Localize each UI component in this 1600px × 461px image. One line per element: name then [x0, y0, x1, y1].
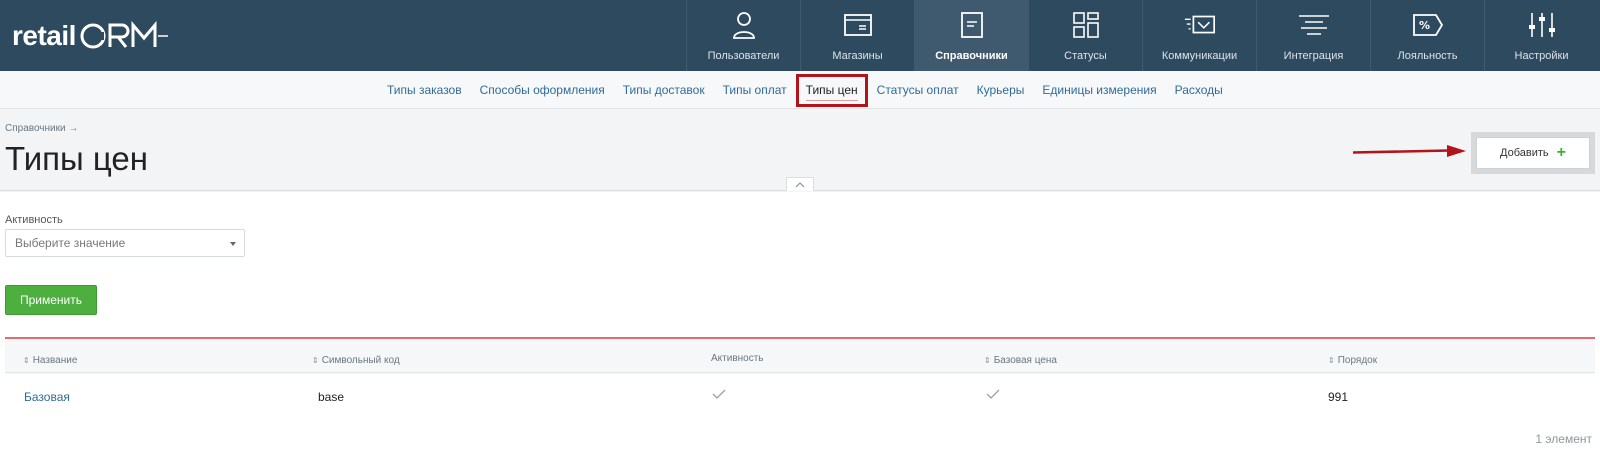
reference-icon — [955, 8, 989, 42]
column-header-activity: Активность — [711, 353, 764, 364]
check-icon — [986, 389, 1000, 399]
nav-item-communications[interactable]: Коммуникации — [1142, 0, 1256, 71]
table-row[interactable]: Базовая base 991 — [5, 374, 1595, 421]
subnav-units[interactable]: Единицы измерения — [1033, 83, 1165, 97]
sort-icon: ⇕ — [1328, 356, 1335, 365]
subnav-payment-statuses[interactable]: Статусы оплат — [868, 83, 968, 97]
logo-crm-mark — [78, 21, 170, 51]
nav-item-integration[interactable]: Интеграция — [1256, 0, 1370, 71]
activity-filter-label: Активность — [5, 214, 63, 226]
nav-label: Статусы — [1064, 50, 1107, 62]
column-label: Порядок — [1337, 355, 1378, 366]
nav-item-users[interactable]: Пользователи — [686, 0, 800, 71]
page-header: Справочники → Типы цен Добавить + — [0, 109, 1600, 191]
nav-item-loyalty[interactable]: % Лояльность — [1370, 0, 1484, 71]
page-title: Типы цен — [5, 140, 149, 177]
subnav-couriers[interactable]: Курьеры — [968, 83, 1034, 97]
activity-select[interactable]: Выберите значение — [5, 229, 245, 257]
store-icon — [841, 8, 875, 42]
subnav-order-methods[interactable]: Способы оформления — [471, 83, 614, 97]
table-header: ⇕ Название ⇕ Символьный код Активность ⇕ Ба… — [5, 339, 1595, 373]
nav-label: Лояльность — [1397, 50, 1458, 62]
chevron-up-icon — [795, 181, 805, 187]
nav-label: Интеграция — [1283, 50, 1344, 62]
row-code: base — [318, 390, 345, 404]
status-icon — [1069, 8, 1103, 42]
nav-item-statuses[interactable]: Статусы — [1028, 0, 1142, 71]
nav-label: Пользователи — [707, 50, 780, 62]
user-icon — [727, 8, 761, 42]
subnav-expenses[interactable]: Расходы — [1166, 83, 1232, 97]
column-header-base-price[interactable]: ⇕ Базовая цена — [984, 355, 1057, 366]
settings-icon — [1525, 8, 1559, 42]
row-order: 991 — [1328, 390, 1349, 404]
logo[interactable]: retail — [12, 18, 170, 54]
nav-label: Коммуникации — [1161, 50, 1238, 62]
main-nav: Пользователи Магазины Справочники Статус… — [686, 0, 1598, 71]
subnav-order-types[interactable]: Типы заказов — [378, 83, 471, 97]
add-button[interactable]: Добавить + — [1476, 137, 1590, 169]
top-header: retail Пользователи Магазины Справочники… — [0, 0, 1600, 71]
sort-icon: ⇕ — [312, 356, 319, 365]
check-icon — [712, 389, 726, 399]
collapse-filter-toggle[interactable] — [786, 177, 814, 191]
nav-item-stores[interactable]: Магазины — [800, 0, 914, 71]
nav-label: Магазины — [832, 50, 883, 62]
add-button-highlight: Добавить + — [1471, 132, 1595, 174]
column-label: Название — [32, 355, 78, 366]
row-name-link[interactable]: Базовая — [24, 390, 70, 404]
element-count: 1 элемент — [1535, 432, 1592, 446]
column-header-code[interactable]: ⇕ Символьный код — [312, 355, 400, 366]
column-header-order[interactable]: ⇕ Порядок — [1328, 355, 1377, 366]
column-label: Активность — [711, 353, 764, 364]
nav-label: Справочники — [935, 50, 1008, 62]
sort-icon: ⇕ — [984, 356, 991, 365]
nav-item-settings[interactable]: Настройки — [1484, 0, 1598, 71]
breadcrumb[interactable]: Справочники → — [5, 123, 78, 134]
column-label: Символьный код — [321, 355, 400, 366]
column-header-name[interactable]: ⇕ Название — [23, 355, 77, 366]
column-label: Базовая цена — [993, 355, 1057, 366]
chevron-down-icon — [230, 242, 236, 246]
subnav-payment-types[interactable]: Типы оплат — [714, 83, 796, 97]
sub-nav: Типы заказов Способы оформления Типы дос… — [0, 71, 1600, 109]
communication-icon — [1183, 8, 1217, 42]
integration-icon — [1297, 8, 1331, 42]
svg-text:%: % — [1419, 19, 1430, 32]
subnav-delivery-types[interactable]: Типы доставок — [614, 83, 714, 97]
main-content: Активность Выберите значение Применить ⇕… — [0, 192, 1600, 461]
price-types-table: ⇕ Название ⇕ Символьный код Активность ⇕ Ба… — [5, 337, 1595, 421]
add-button-label: Добавить — [1500, 147, 1549, 159]
apply-button[interactable]: Применить — [5, 285, 97, 315]
loyalty-icon: % — [1411, 8, 1445, 42]
nav-item-references[interactable]: Справочники — [914, 0, 1028, 71]
subnav-price-types[interactable]: Типы цен — [795, 73, 868, 107]
annotation-arrow-icon — [1353, 145, 1466, 157]
plus-icon: + — [1556, 144, 1566, 161]
logo-text: retail — [12, 20, 76, 51]
activity-select-placeholder: Выберите значение — [15, 236, 126, 250]
nav-label: Настройки — [1514, 50, 1569, 62]
sort-icon: ⇕ — [23, 356, 30, 365]
